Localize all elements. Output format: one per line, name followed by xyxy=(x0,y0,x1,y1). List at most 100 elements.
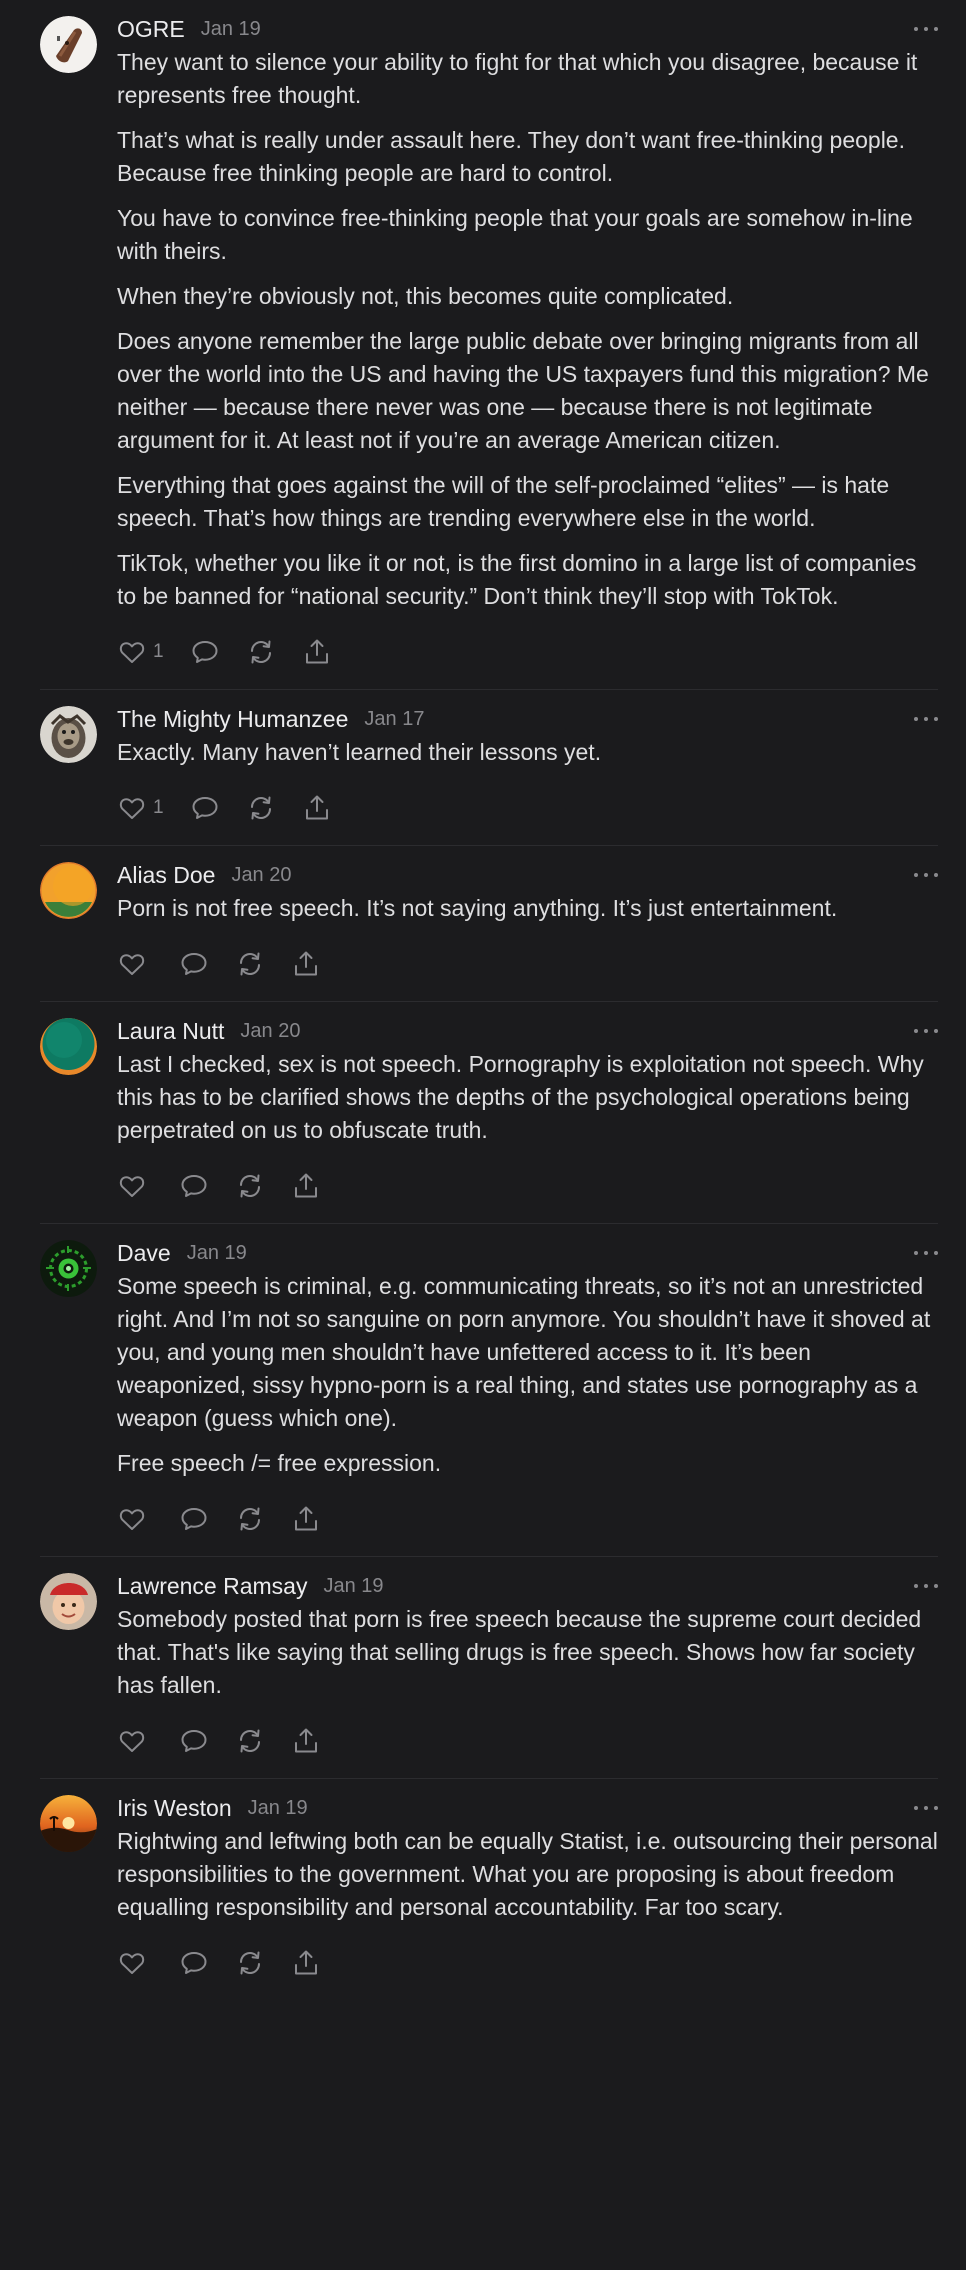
share-button[interactable] xyxy=(302,637,332,667)
restack-icon xyxy=(250,796,271,820)
comment-paragraph: Does anyone remember the large public de… xyxy=(117,328,929,453)
restack-button[interactable] xyxy=(235,949,265,979)
reply-button[interactable] xyxy=(190,793,220,823)
share-button[interactable] xyxy=(291,949,321,979)
comment-body: Lawrence Ramsay Jan 19 Somebody posted t… xyxy=(117,1573,938,1756)
more-options-icon[interactable] xyxy=(914,1018,938,1044)
comment-text: Last I checked, sex is not speech. Porno… xyxy=(117,1048,938,1147)
comment-body: Iris Weston Jan 19 Rightwing and leftwin… xyxy=(117,1795,938,1978)
share-button[interactable] xyxy=(302,793,332,823)
restack-button[interactable] xyxy=(246,637,276,667)
comment-text: Rightwing and leftwing both can be equal… xyxy=(117,1825,938,1924)
more-options-icon[interactable] xyxy=(914,706,938,732)
restack-button[interactable] xyxy=(235,1171,265,1201)
comment-text: They want to silence your ability to fig… xyxy=(117,46,938,613)
more-options-icon[interactable] xyxy=(914,1573,938,1599)
restack-button[interactable] xyxy=(246,793,276,823)
author-name[interactable]: Alias Doe xyxy=(117,862,215,889)
comment-paragraph: Free speech /= free expression. xyxy=(117,1450,442,1476)
like-count: 1 xyxy=(153,641,164,662)
avatar[interactable] xyxy=(40,706,97,763)
comment-header: Laura Nutt Jan 20 xyxy=(117,1018,938,1044)
like-button[interactable]: 1 xyxy=(117,637,164,667)
restack-icon xyxy=(250,640,271,664)
comment-actions xyxy=(117,1948,938,1978)
comment-actions xyxy=(117,1726,938,1756)
reply-button[interactable] xyxy=(179,1171,209,1201)
speech-bubble-icon xyxy=(181,1175,207,1197)
restack-button[interactable] xyxy=(235,1726,265,1756)
share-button[interactable] xyxy=(291,1504,321,1534)
heart-icon xyxy=(119,1953,145,1974)
comment: Dave Jan 19 Some speech is criminal, e.g… xyxy=(40,1224,938,1557)
like-button[interactable] xyxy=(117,1726,153,1756)
comment-paragraph: TikTok, whether you like it or not, is t… xyxy=(117,550,917,609)
author-name[interactable]: Laura Nutt xyxy=(117,1018,224,1045)
share-icon xyxy=(295,951,317,976)
author-name[interactable]: Iris Weston xyxy=(117,1795,232,1822)
comment-body: The Mighty Humanzee Jan 17 Exactly. Many… xyxy=(117,706,938,823)
comment-date[interactable]: Jan 19 xyxy=(323,1575,383,1598)
heart-icon xyxy=(119,642,145,663)
heart-icon xyxy=(119,954,145,975)
comment-header: Alias Doe Jan 20 xyxy=(117,862,938,888)
comment-paragraph: Some speech is criminal, e.g. communicat… xyxy=(117,1273,931,1431)
reply-button[interactable] xyxy=(179,1948,209,1978)
comment-actions xyxy=(117,949,938,979)
avatar[interactable] xyxy=(40,16,97,73)
comment-actions: 1 xyxy=(117,637,938,667)
comment: Alias Doe Jan 20 Porn is not free speech… xyxy=(40,846,938,1002)
comment-date[interactable]: Jan 17 xyxy=(364,708,424,731)
heart-icon xyxy=(119,798,145,819)
more-options-icon[interactable] xyxy=(914,862,938,888)
restack-icon xyxy=(239,1729,261,1753)
comment-date[interactable]: Jan 20 xyxy=(240,1020,300,1043)
share-button[interactable] xyxy=(291,1171,321,1201)
reply-button[interactable] xyxy=(179,949,209,979)
like-button[interactable]: 1 xyxy=(117,793,164,823)
reply-button[interactable] xyxy=(179,1504,209,1534)
like-button[interactable] xyxy=(117,949,153,979)
more-options-icon[interactable] xyxy=(914,1795,938,1821)
comment: OGRE Jan 19 They want to silence your ab… xyxy=(40,0,938,690)
comment-header: The Mighty Humanzee Jan 17 xyxy=(117,706,938,732)
reply-button[interactable] xyxy=(179,1726,209,1756)
share-icon xyxy=(295,1506,317,1531)
like-button[interactable] xyxy=(117,1948,153,1978)
reply-button[interactable] xyxy=(190,637,220,667)
comment-header: Iris Weston Jan 19 xyxy=(117,1795,938,1821)
share-icon xyxy=(295,1950,317,1975)
comment-date[interactable]: Jan 20 xyxy=(231,864,291,887)
avatar[interactable] xyxy=(40,1018,97,1075)
comment-paragraph: They want to silence your ability to fig… xyxy=(117,49,918,108)
comment: Iris Weston Jan 19 Rightwing and leftwin… xyxy=(40,1779,938,2000)
author-name[interactable]: OGRE xyxy=(117,16,185,43)
like-button[interactable] xyxy=(117,1171,153,1201)
restack-icon xyxy=(239,1951,261,1975)
author-name[interactable]: Lawrence Ramsay xyxy=(117,1573,307,1600)
comment-date[interactable]: Jan 19 xyxy=(201,18,261,41)
share-icon xyxy=(305,639,328,664)
comment-text: Somebody posted that porn is free speech… xyxy=(117,1603,938,1702)
more-options-icon[interactable] xyxy=(914,1240,938,1266)
share-button[interactable] xyxy=(291,1948,321,1978)
comment-paragraph: Somebody posted that porn is free speech… xyxy=(117,1606,922,1698)
avatar[interactable] xyxy=(40,862,97,919)
avatar[interactable] xyxy=(40,1240,97,1297)
comment-actions xyxy=(117,1504,938,1534)
avatar[interactable] xyxy=(40,1795,97,1852)
like-button[interactable] xyxy=(117,1504,153,1534)
comment-header: OGRE Jan 19 xyxy=(117,16,938,42)
comment-date[interactable]: Jan 19 xyxy=(248,1797,308,1820)
comment-body: OGRE Jan 19 They want to silence your ab… xyxy=(117,16,938,667)
comment-body: Laura Nutt Jan 20 Last I checked, sex is… xyxy=(117,1018,938,1201)
comment-date[interactable]: Jan 19 xyxy=(187,1242,247,1265)
author-name[interactable]: The Mighty Humanzee xyxy=(117,706,348,733)
heart-icon xyxy=(119,1509,145,1530)
restack-button[interactable] xyxy=(235,1504,265,1534)
share-button[interactable] xyxy=(291,1726,321,1756)
author-name[interactable]: Dave xyxy=(117,1240,171,1267)
restack-button[interactable] xyxy=(235,1948,265,1978)
more-options-icon[interactable] xyxy=(914,16,938,42)
avatar[interactable] xyxy=(40,1573,97,1630)
